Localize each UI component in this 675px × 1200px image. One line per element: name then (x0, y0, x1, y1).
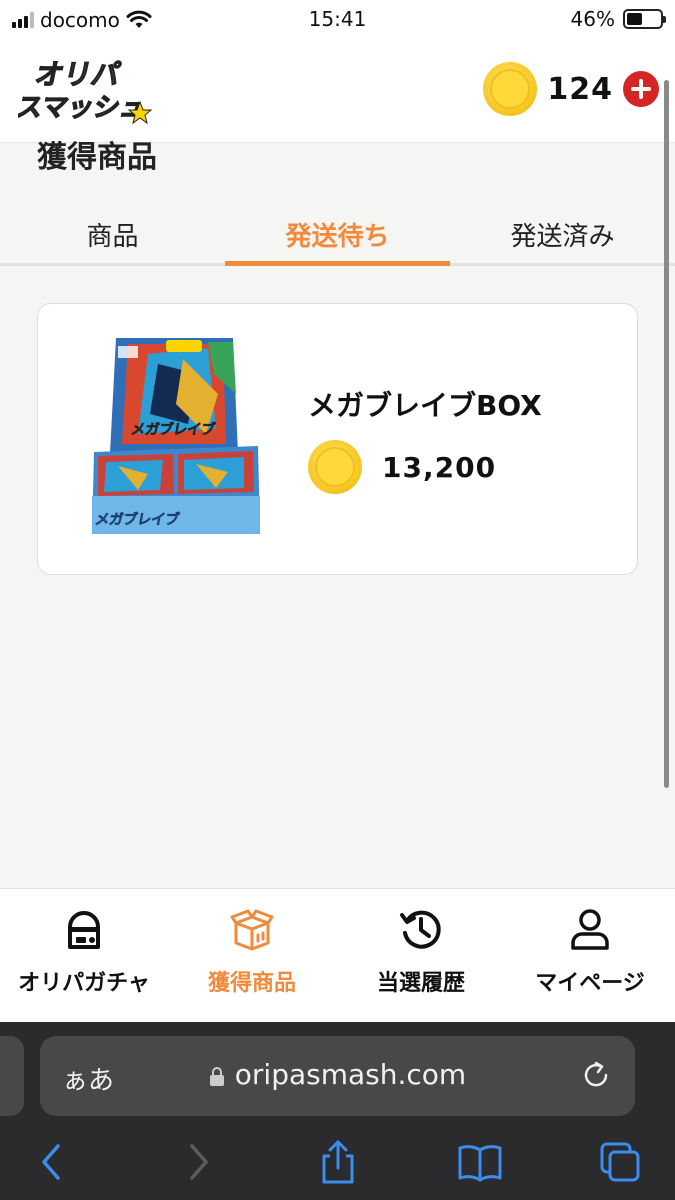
browser-toolbar (0, 1126, 675, 1200)
back-icon[interactable] (30, 1140, 74, 1184)
scrollbar[interactable] (664, 80, 669, 788)
tab-products[interactable]: 商品 (0, 216, 225, 253)
nav-label-acquired-items: 獲得商品 (207, 971, 296, 996)
nav-item-acquired-items[interactable]: 獲得商品 (168, 907, 336, 997)
bottom-navigation: オリパガチャ 獲得商品 当選履歴 マイページ (0, 888, 675, 1022)
tab-awaiting-shipment[interactable]: 発送待ち (225, 216, 450, 253)
share-icon[interactable] (316, 1140, 360, 1184)
previous-tab-preview[interactable] (0, 1036, 24, 1116)
app-header: オリパ スマッシュ 124 (0, 40, 675, 143)
coin-balance: 124 (547, 71, 613, 107)
battery-fill (627, 13, 642, 25)
page-title: 獲得商品 (37, 140, 157, 175)
history-icon (400, 910, 441, 949)
user-icon (571, 909, 609, 950)
status-bar: docomo 15:41 46% (0, 0, 675, 40)
nav-item-oripa-gacha[interactable]: オリパガチャ (0, 907, 168, 997)
tab-bar: 商品 発送待ち 発送済み (0, 202, 675, 266)
oripa-smash-logo[interactable]: オリパ スマッシュ (18, 54, 153, 126)
plus-icon (631, 79, 651, 99)
coin-icon (483, 62, 538, 116)
logo-text-line1: オリパ (32, 58, 123, 91)
product-name: メガブレイブBOX (308, 389, 542, 422)
product-image: メガブレイブ メガブレイブ (92, 338, 260, 534)
nav-label-oripa-gacha: オリパガチャ (18, 971, 150, 996)
nav-item-win-history[interactable]: 当選履歴 (337, 907, 505, 997)
battery-percent: 46% (570, 7, 615, 31)
nav-item-my-page[interactable]: マイページ (506, 907, 674, 997)
tab-shipped[interactable]: 発送済み (450, 216, 675, 253)
lock-icon (209, 1067, 224, 1086)
bookmarks-icon[interactable] (458, 1140, 502, 1184)
address-bar[interactable]: ぁあ oripasmash.com (40, 1036, 635, 1116)
add-coins-button[interactable] (623, 71, 659, 107)
box-icon (230, 909, 274, 951)
nav-label-my-page: マイページ (535, 971, 645, 996)
active-tab-indicator (225, 261, 450, 266)
coin-balance-area: 124 (483, 62, 659, 116)
battery-icon (623, 9, 666, 29)
url-text: oripasmash.com (234, 1058, 467, 1091)
url-display[interactable]: oripasmash.com (40, 1058, 635, 1091)
svg-text:メガブレイブ: メガブレイブ (130, 421, 217, 438)
reload-icon[interactable] (579, 1058, 613, 1092)
svg-text:メガブレイブ: メガブレイブ (94, 511, 181, 528)
nav-label-win-history: 当選履歴 (376, 971, 465, 996)
product-card[interactable]: メガブレイブ メガブレイブ メガブレイブBOX 13,200 (37, 303, 638, 575)
browser-chrome: ぁあ oripasmash.com (0, 1022, 675, 1200)
coin-icon (308, 440, 362, 494)
product-price-row: 13,200 (308, 440, 496, 494)
tabs-icon[interactable] (598, 1140, 642, 1184)
product-price: 13,200 (382, 450, 497, 484)
status-right: 46% (570, 7, 666, 31)
forward-icon[interactable] (176, 1140, 220, 1184)
logo-text-line2: スマッシュ (18, 93, 149, 123)
gacha-machine-icon (68, 911, 100, 949)
